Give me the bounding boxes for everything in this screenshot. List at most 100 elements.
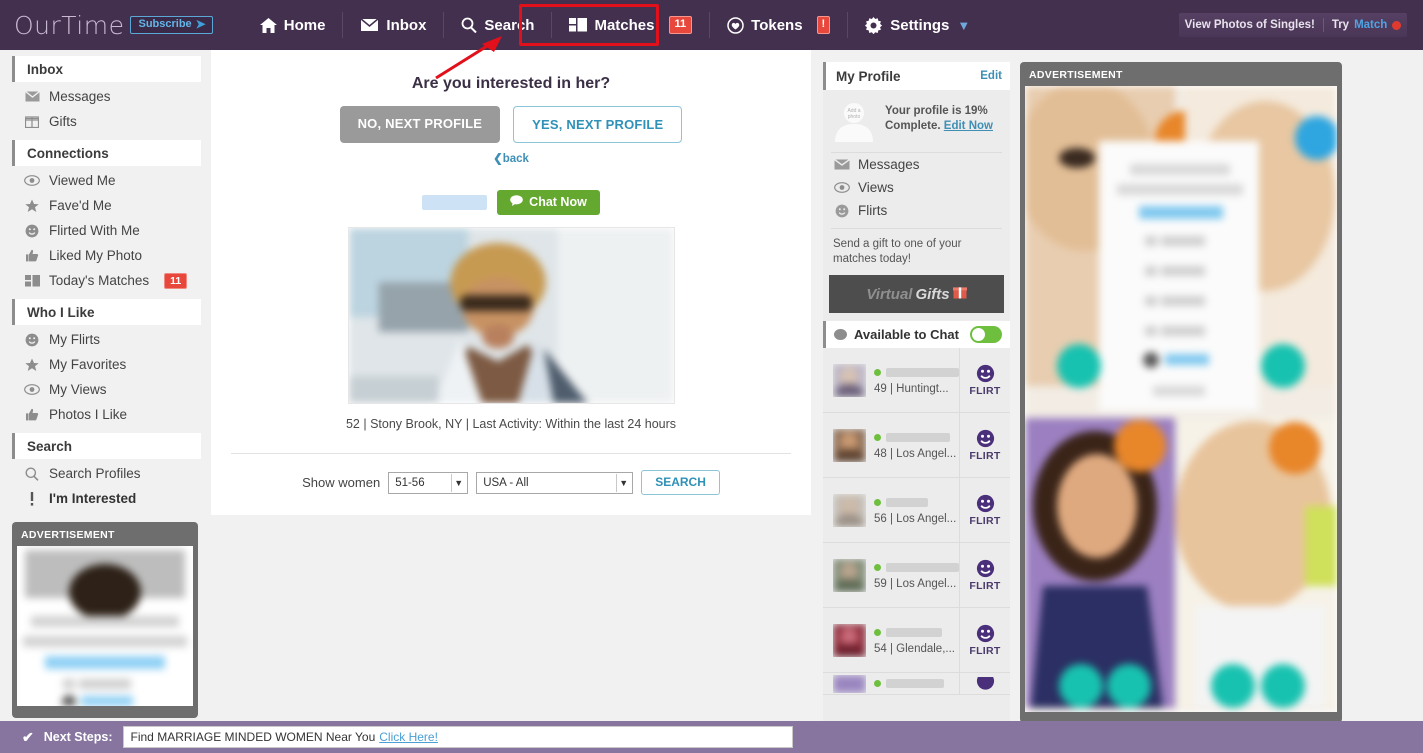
avatar-image [833, 428, 866, 462]
back-link[interactable]: ❮back [211, 151, 811, 165]
profile-completion-text: Your profile is 19% Complete. Edit Now [885, 100, 993, 134]
sidebar-label: Today's Matches [49, 273, 150, 288]
flirt-button[interactable]: FLIRT [959, 347, 1010, 413]
my-profile-label: Views [858, 180, 894, 195]
completion-line-2: Complete. [885, 120, 941, 132]
nav-item-inbox[interactable]: Inbox [343, 0, 443, 50]
list-item[interactable]: 54 | Glendale,... FLIRT [823, 607, 1010, 673]
smiley-icon [976, 624, 994, 642]
red-annotation-arrow [435, 36, 502, 80]
heart-shield-icon [727, 16, 744, 34]
next-steps-promo-field[interactable]: Find MARRIAGE MINDED WOMEN Near You Clic… [122, 726, 793, 748]
sidebar-item-my-flirts[interactable]: My Flirts [0, 327, 211, 352]
my-profile-item-flirts[interactable]: Flirts [823, 199, 1010, 222]
promo-dot-icon [1392, 20, 1402, 30]
right-advertisement[interactable]: ADVERTISEMENT [1020, 62, 1342, 723]
nav-label-tokens: Tokens [751, 16, 803, 34]
avatar[interactable] [833, 493, 866, 527]
my-profile-item-messages[interactable]: Messages [823, 153, 1010, 176]
brand-logo[interactable]: OurTime [14, 11, 124, 40]
flirt-button[interactable] [959, 672, 1010, 695]
avatar-image [833, 363, 866, 397]
nav-item-matches[interactable]: Matches 11 [552, 0, 709, 50]
ad-image [17, 546, 193, 706]
smiley-icon [833, 204, 850, 218]
profile-photo[interactable] [347, 227, 675, 404]
promo-divider [1322, 18, 1324, 32]
sidebar-item-viewed-me[interactable]: Viewed Me [0, 168, 211, 193]
no-next-profile-button[interactable]: NO, NEXT PROFILE [339, 106, 501, 143]
list-item-subtitle: 49 | Huntingt... [874, 382, 949, 395]
location-select[interactable]: USA - All ▼ [476, 471, 634, 494]
sidebar-item-im-interested[interactable]: I'm Interested [0, 486, 211, 511]
list-item-info: 54 | Glendale,... [866, 626, 959, 655]
search-button[interactable]: SEARCH [641, 470, 720, 495]
age-range-select[interactable]: 51-56 ▼ [388, 471, 469, 494]
sidebar-item-messages[interactable]: Messages [0, 84, 211, 109]
list-item[interactable]: 49 | Huntingt... FLIRT [823, 347, 1010, 413]
avatar[interactable]: Add a photo [831, 100, 877, 142]
sidebar-section-search: Search [12, 433, 201, 459]
avatar[interactable] [833, 428, 866, 462]
edit-now-link[interactable]: Edit Now [944, 120, 993, 132]
sidebar-item-gifts[interactable]: Gifts [0, 109, 211, 134]
gift-icon [24, 115, 40, 128]
chevron-left-icon: ❮ [493, 153, 503, 165]
sidebar-item-my-views[interactable]: My Views [0, 377, 211, 402]
subscribe-button[interactable]: Subscribe ➤ [130, 16, 213, 34]
profile-photo-image [348, 228, 674, 403]
nav-item-settings[interactable]: Settings ▼ [848, 0, 987, 50]
list-item[interactable]: 48 | Los Angel... FLIRT [823, 412, 1010, 478]
ad-creative[interactable] [1025, 86, 1337, 712]
my-profile-sidebar: My Profile Edit Add a photo Your profile… [823, 62, 1010, 734]
promo-banner[interactable]: View Photos of Singles! Try Match [1179, 13, 1407, 37]
sidebar-item-search-profiles[interactable]: Search Profiles [0, 461, 211, 486]
next-steps-text: Find MARRIAGE MINDED WOMEN Near You [130, 730, 376, 744]
flirt-button[interactable]: FLIRT [959, 477, 1010, 543]
available-to-chat-row[interactable]: Available to Chat [823, 321, 1010, 348]
status-dot-icon [834, 329, 847, 340]
avatar[interactable] [833, 623, 866, 657]
my-profile-item-views[interactable]: Views [823, 176, 1010, 199]
envelope-icon [360, 18, 380, 32]
sidebar-label: I'm Interested [49, 491, 137, 506]
username-redacted [886, 367, 959, 377]
list-item-info: 59 | Los Angel... [866, 561, 959, 590]
top-navigation-bar: OurTime Subscribe ➤ Home Inbox Search Ma… [0, 0, 1423, 50]
click-here-link[interactable]: Click Here! [379, 730, 438, 744]
list-item[interactable]: 59 | Los Angel... FLIRT [823, 542, 1010, 608]
available-to-chat-toggle[interactable] [970, 326, 1002, 343]
left-advertisement[interactable]: ADVERTISEMENT [12, 522, 198, 718]
todays-matches-badge: 11 [164, 272, 188, 289]
smiley-icon [976, 559, 994, 577]
sidebar-item-my-favorites[interactable]: My Favorites [0, 352, 211, 377]
chat-now-button[interactable]: Chat Now [497, 190, 600, 215]
yes-next-profile-button[interactable]: YES, NEXT PROFILE [513, 106, 683, 143]
logo-block[interactable]: OurTime Subscribe ➤ [0, 11, 213, 40]
nav-item-tokens[interactable]: Tokens ! [710, 0, 847, 50]
avatar[interactable] [833, 363, 866, 397]
sidebar-item-faved-me[interactable]: Fave'd Me [0, 193, 211, 218]
list-item-name-row [874, 366, 959, 379]
sidebar-item-liked-my-photo[interactable]: Liked My Photo [0, 243, 211, 268]
flirt-label: FLIRT [969, 514, 1001, 527]
sidebar-item-todays-matches[interactable]: Today's Matches 11 [0, 268, 211, 293]
nav-item-home[interactable]: Home [243, 0, 343, 50]
sidebar-item-photos-i-like[interactable]: Photos I Like [0, 402, 211, 427]
avatar[interactable] [833, 558, 866, 592]
select-divider [451, 473, 453, 492]
my-profile-label: Flirts [858, 203, 888, 218]
sidebar-item-flirted-with-me[interactable]: Flirted With Me [0, 218, 211, 243]
virtual-gifts-button[interactable]: Virtual Gifts [829, 275, 1004, 313]
chevron-down-icon[interactable]: ▼ [957, 18, 970, 33]
flirt-button[interactable]: FLIRT [959, 542, 1010, 608]
list-item-subtitle: 48 | Los Angel... [874, 447, 957, 460]
edit-profile-link[interactable]: Edit [980, 70, 1002, 82]
flirt-button[interactable]: FLIRT [959, 607, 1010, 673]
list-item[interactable] [823, 672, 1010, 695]
avatar[interactable] [833, 674, 866, 693]
list-item[interactable]: 56 | Los Angel... FLIRT [823, 477, 1010, 543]
ad-creative[interactable] [17, 546, 193, 706]
flirt-button[interactable]: FLIRT [959, 412, 1010, 478]
available-chat-list: 49 | Huntingt... FLIRT 48 | Los Angel... FL… [823, 347, 1010, 695]
